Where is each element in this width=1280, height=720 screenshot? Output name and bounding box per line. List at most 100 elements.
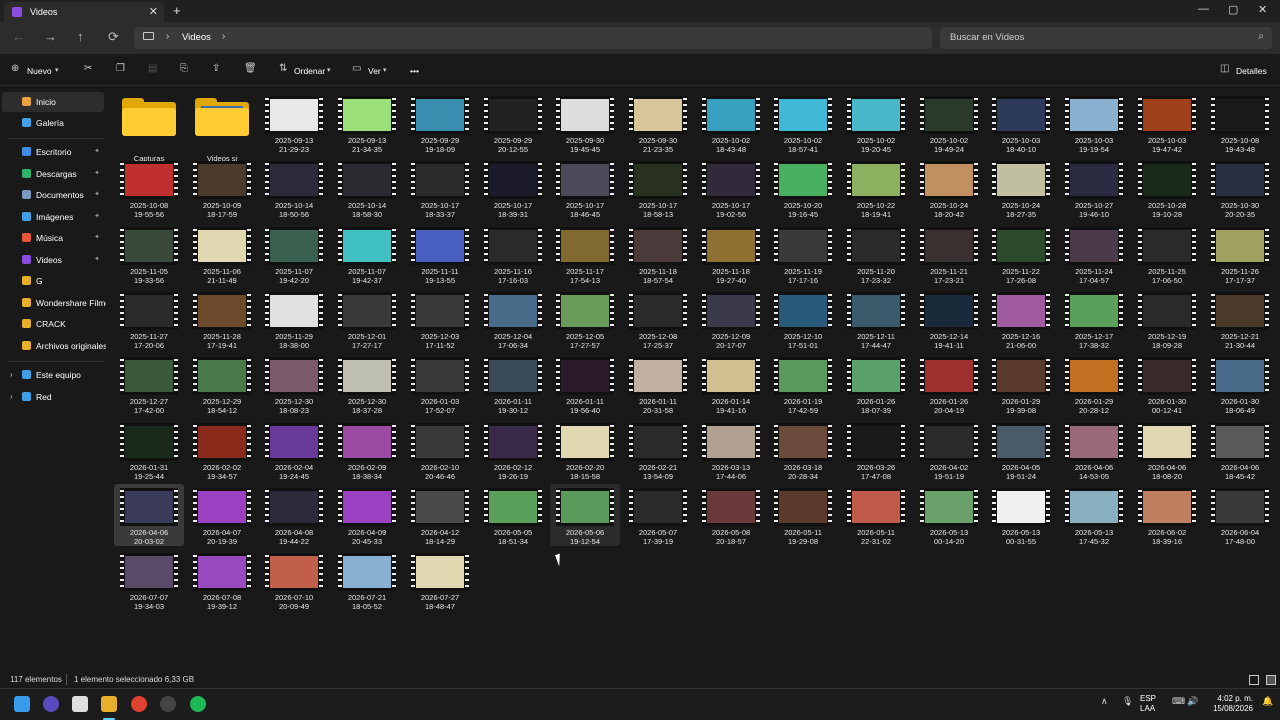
close-window-button[interactable]: ✕: [1258, 3, 1267, 16]
address-bar[interactable]: › Videos ›: [134, 27, 932, 49]
video-item[interactable]: 2026-05-05 18-51-34: [478, 484, 548, 546]
video-item[interactable]: 2025-11-27 17-20-06: [114, 288, 184, 350]
video-item[interactable]: 2026-02-02 19-34-57: [187, 419, 257, 481]
video-item[interactable]: 2025-10-17 18-46-45: [550, 157, 620, 219]
video-item[interactable]: 2026-06-04 17-48-00: [1205, 484, 1275, 546]
video-item[interactable]: 2026-05-11 22-31-02: [841, 484, 911, 546]
sidebar-item-g[interactable]: G: [2, 271, 104, 291]
minimize-button[interactable]: —: [1198, 3, 1209, 15]
video-item[interactable]: 2025-12-29 18-54-12: [187, 353, 257, 415]
share-icon[interactable]: ⇪: [212, 63, 220, 74]
video-item[interactable]: 2026-05-08 20-18-57: [696, 484, 766, 546]
video-item[interactable]: 2026-01-30 00-12-41: [1132, 353, 1202, 415]
video-item[interactable]: 2025-12-27 17-42-00: [114, 353, 184, 415]
video-item[interactable]: 2026-01-31 19-25-44: [114, 419, 184, 481]
video-item[interactable]: 2025-10-28 19-10-28: [1132, 157, 1202, 219]
delete-icon[interactable]: 🗑: [244, 63, 257, 74]
video-item[interactable]: 2025-11-22 17-26-08: [986, 223, 1056, 285]
microphone-icon[interactable]: 🎙: [1122, 696, 1133, 707]
view-button[interactable]: Ver: [368, 66, 381, 76]
up-button[interactable]: ↑: [77, 29, 84, 44]
video-item[interactable]: 2025-11-21 17-23-21: [914, 223, 984, 285]
video-item[interactable]: 2026-05-06 19-12-54: [550, 484, 620, 546]
video-item[interactable]: 2025-09-13 21-29-23: [259, 92, 329, 154]
video-item[interactable]: 2025-09-30 21-23-35: [623, 92, 693, 154]
video-item[interactable]: 2025-11-16 17-16-03: [478, 223, 548, 285]
video-item[interactable]: 2025-12-16 21-06-00: [986, 288, 1056, 350]
copilot-icon[interactable]: [43, 696, 59, 712]
video-item[interactable]: 2025-12-11 17-44-47: [841, 288, 911, 350]
video-item[interactable]: 2025-12-01 17-27-17: [332, 288, 402, 350]
video-item[interactable]: 2025-12-30 18-37-28: [332, 353, 402, 415]
video-item[interactable]: 2025-10-22 18-19-41: [841, 157, 911, 219]
sidebar-item-inicio[interactable]: Inicio: [2, 92, 104, 112]
video-item[interactable]: 2026-04-06 20-03-02: [114, 484, 184, 546]
sidebar-item-documentos[interactable]: Documentos ✦: [2, 185, 104, 205]
video-item[interactable]: 2026-02-09 18-38-34: [332, 419, 402, 481]
search-box[interactable]: Buscar en Videos ⌕: [940, 27, 1272, 49]
video-item[interactable]: 2025-12-08 17-25-37: [623, 288, 693, 350]
video-item[interactable]: 2025-11-11 19-13-55: [405, 223, 475, 285]
language-indicator[interactable]: ESP LAA: [1140, 694, 1156, 714]
video-item[interactable]: 2026-01-29 20-28-12: [1059, 353, 1129, 415]
video-item[interactable]: 2026-04-06 18-45-42: [1205, 419, 1275, 481]
video-item[interactable]: 2025-09-29 20-12-55: [478, 92, 548, 154]
video-item[interactable]: 2025-10-02 19-49-24: [914, 92, 984, 154]
video-item[interactable]: 2025-11-07 19-42-37: [332, 223, 402, 285]
video-item[interactable]: 2025-12-14 19-41-11: [914, 288, 984, 350]
chevron-down-icon[interactable]: ▾: [383, 66, 387, 74]
large-icons-view-button[interactable]: [1266, 675, 1276, 685]
video-item[interactable]: 2025-09-30 19-45-45: [550, 92, 620, 154]
video-item[interactable]: 2026-04-09 20-45-33: [332, 484, 402, 546]
tray-overflow-button[interactable]: ∧: [1101, 696, 1108, 707]
video-item[interactable]: 2026-01-26 20-04-19: [914, 353, 984, 415]
video-item[interactable]: 2026-05-13 17-45-32: [1059, 484, 1129, 546]
video-item[interactable]: 2026-05-07 17-39-19: [623, 484, 693, 546]
video-item[interactable]: 2026-01-11 19-56-40: [550, 353, 620, 415]
video-item[interactable]: 2025-10-09 18-17-59: [187, 157, 257, 219]
video-item[interactable]: 2025-11-07 19-42-20: [259, 223, 329, 285]
search-icon[interactable]: ⌕: [1258, 31, 1264, 42]
copy-icon[interactable]: ❐: [116, 63, 125, 74]
video-item[interactable]: 2026-07-10 20-09-49: [259, 549, 329, 611]
folder-item[interactable]: Videos si: [187, 92, 257, 163]
video-item[interactable]: 2026-07-21 18-05-52: [332, 549, 402, 611]
sort-icon[interactable]: ⇅: [279, 63, 287, 74]
video-item[interactable]: 2026-01-14 19-41-16: [696, 353, 766, 415]
chevron-down-icon[interactable]: ▾: [327, 66, 331, 74]
video-item[interactable]: 2026-01-11 19-30-12: [478, 353, 548, 415]
video-item[interactable]: 2025-10-20 19-16-45: [768, 157, 838, 219]
video-item[interactable]: 2025-12-17 17-38-32: [1059, 288, 1129, 350]
video-item[interactable]: 2025-10-02 18-43-48: [696, 92, 766, 154]
video-item[interactable]: 2025-11-18 19-27-40: [696, 223, 766, 285]
chevron-down-icon[interactable]: ▾: [55, 66, 59, 74]
video-item[interactable]: 2025-11-28 17-19-41: [187, 288, 257, 350]
video-item[interactable]: 2026-07-27 18-48-47: [405, 549, 475, 611]
store-icon[interactable]: [72, 696, 88, 712]
plus-icon[interactable]: ⊕: [11, 63, 19, 74]
video-item[interactable]: 2025-10-17 18-39-31: [478, 157, 548, 219]
video-item[interactable]: 2026-05-11 19-29-08: [768, 484, 838, 546]
video-item[interactable]: 2025-10-08 19-43-48: [1205, 92, 1275, 154]
chevron-right-icon[interactable]: ›: [222, 31, 225, 42]
video-item[interactable]: 2025-10-03 19-47-42: [1132, 92, 1202, 154]
video-item[interactable]: 2025-10-02 19-20-45: [841, 92, 911, 154]
video-item[interactable]: 2026-03-13 17-44-06: [696, 419, 766, 481]
folder-item[interactable]: Capturas: [114, 92, 184, 163]
video-item[interactable]: 2025-10-03 19-19-54: [1059, 92, 1129, 154]
video-item[interactable]: 2025-12-04 17-06-34: [478, 288, 548, 350]
chevron-right-icon[interactable]: ›: [10, 392, 13, 401]
video-item[interactable]: 2026-02-21 13-54-09: [623, 419, 693, 481]
network-icon[interactable]: ⌨: [1172, 696, 1185, 707]
video-item[interactable]: 2025-12-03 17-11-52: [405, 288, 475, 350]
video-item[interactable]: 2026-01-19 17-42-59: [768, 353, 838, 415]
details-button[interactable]: Detalles: [1236, 66, 1267, 76]
video-item[interactable]: 2026-03-26 17-47-08: [841, 419, 911, 481]
paste-icon[interactable]: ▤: [148, 63, 157, 74]
tab-close-button[interactable]: ✕: [149, 5, 158, 18]
sidebar-item-videos[interactable]: Videos ✦: [2, 250, 104, 270]
video-item[interactable]: 2025-12-09 20-17-07: [696, 288, 766, 350]
video-item[interactable]: 2026-04-06 14-53-05: [1059, 419, 1129, 481]
maximize-button[interactable]: ▢: [1228, 3, 1238, 16]
video-item[interactable]: 2025-10-24 18-27-35: [986, 157, 1056, 219]
